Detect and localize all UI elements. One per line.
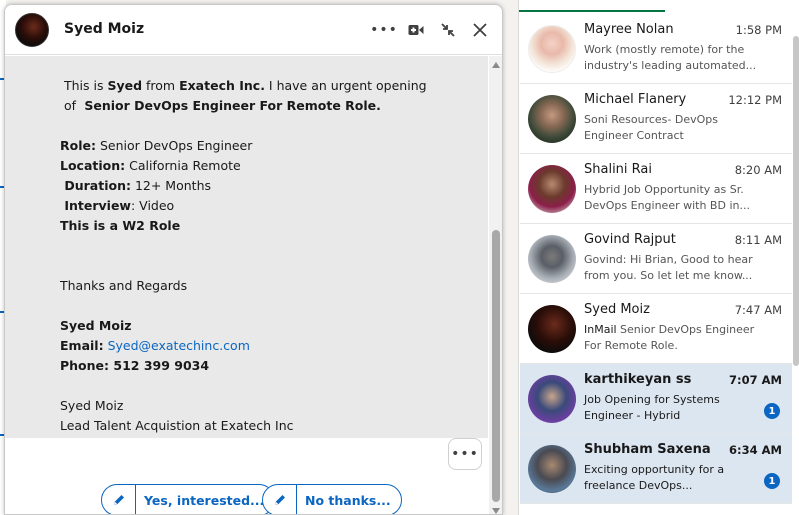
conversation-item[interactable]: karthikeyan ss 7:07 AM Job Opening for S… — [520, 364, 792, 434]
conversation-name: Govind Rajput — [584, 232, 676, 247]
conversation-snippet: Exciting opportunity for a freelance Dev… — [584, 463, 725, 492]
minimize-button[interactable] — [435, 17, 461, 43]
role-line: Role: Senior DevOps Engineer — [60, 138, 253, 153]
email-line: Email: Syed@exatechinc.com — [60, 338, 250, 353]
inmail-tag: InMail — [584, 323, 617, 336]
message-line: This is Syed from Exatech Inc. I have an… — [60, 78, 427, 93]
conversation-name: karthikeyan ss — [584, 372, 692, 387]
yes-interested-button[interactable]: Yes, interested... — [101, 484, 276, 514]
w2-line: This is a W2 Role — [60, 218, 181, 233]
conversation-item[interactable]: Govind Rajput 8:11 AM Govind: Hi Brian, … — [520, 224, 792, 294]
conversation-time: 7:47 AM — [734, 303, 782, 317]
scroll-down-arrow-icon[interactable] — [492, 508, 500, 514]
scroll-up-arrow-icon[interactable] — [492, 62, 500, 68]
conversation-snippet: Hybrid Job Opportunity as Sr. DevOps Eng… — [584, 183, 750, 212]
conversation-name: Shalini Rai — [584, 162, 652, 177]
video-call-icon — [408, 25, 424, 35]
message-thread: This is Syed from Exatech Inc. I have an… — [5, 56, 488, 438]
video-call-button[interactable] — [403, 17, 429, 43]
duration-line: Duration: 12+ Months — [60, 178, 212, 193]
signature-name-2: Syed Moiz — [60, 398, 124, 413]
avatar[interactable] — [15, 13, 49, 47]
minimize-icon — [441, 23, 455, 37]
no-thanks-label: No thanks... — [305, 492, 391, 508]
more-horizontal-icon: ••• — [451, 446, 479, 462]
close-button[interactable] — [467, 17, 493, 43]
conversation-item[interactable]: Mayree Nolan 1:58 PM Work (mostly remote… — [520, 14, 792, 84]
avatar — [528, 445, 576, 493]
more-horizontal-icon: ••• — [370, 22, 398, 38]
conversation-name: Shubham Saxena — [584, 442, 711, 457]
avatar — [528, 165, 576, 213]
conversation-snippet: Govind: Hi Brian, Good to hear from you.… — [584, 253, 753, 282]
pencil-icon — [263, 485, 297, 514]
avatar — [528, 95, 576, 143]
phone-line: Phone: 512 399 9034 — [60, 358, 210, 373]
conversation-snippet: Soni Resources- DevOps Engineer Contract — [584, 113, 718, 142]
conversation-item[interactable]: Syed Moiz 7:47 AM InMail Senior DevOps E… — [520, 294, 792, 364]
avatar — [528, 25, 576, 73]
chat-window: Syed Moiz ••• This is Syed from Exatech … — [4, 4, 503, 515]
close-icon — [473, 23, 487, 37]
thanks-line: Thanks and Regards — [60, 278, 188, 293]
unread-count-badge: 1 — [764, 473, 780, 489]
conversation-time: 7:07 AM — [729, 373, 782, 387]
chat-header: Syed Moiz ••• — [5, 5, 502, 55]
message-body: This is Syed from Exatech Inc. I have an… — [60, 76, 480, 436]
scrollbar-thumb[interactable] — [492, 230, 500, 502]
contact-name[interactable]: Syed Moiz — [64, 21, 144, 37]
conversation-snippet: Job Opening for Systems Engineer - Hybri… — [584, 393, 720, 422]
conversation-time: 8:20 AM — [734, 163, 782, 177]
active-tab-indicator — [519, 10, 665, 12]
conversation-item[interactable]: Michael Flanery 12:12 PM Soni Resources-… — [520, 84, 792, 154]
yes-interested-label: Yes, interested... — [144, 492, 265, 508]
signature-title: Lead Talent Acquistion at Exatech Inc — [60, 418, 294, 433]
message-scrollbar[interactable] — [489, 56, 502, 514]
signature-name: Syed Moiz — [60, 318, 132, 333]
conversation-time: 8:11 AM — [734, 233, 782, 247]
conversation-item[interactable]: Shalini Rai 8:20 AM Hybrid Job Opportuni… — [520, 154, 792, 224]
conversation-snippet: Work (mostly remote) for the industry's … — [584, 43, 757, 72]
email-link[interactable]: Syed@exatechinc.com — [108, 338, 250, 353]
conversation-item[interactable]: Shubham Saxena 6:34 AM Exciting opportun… — [520, 434, 792, 504]
avatar — [528, 235, 576, 283]
avatar — [528, 375, 576, 423]
interview-line: Interview: Video — [60, 198, 175, 213]
conversation-snippet: InMail Senior DevOps Engineer For Remote… — [584, 323, 755, 352]
pencil-icon — [102, 485, 136, 514]
conversation-list: Mayree Nolan 1:58 PM Work (mostly remote… — [518, 0, 799, 515]
message-line: of Senior DevOps Engineer For Remote Rol… — [60, 98, 381, 113]
avatar — [528, 305, 576, 353]
conversation-name: Syed Moiz — [584, 302, 650, 317]
location-line: Location: California Remote — [60, 158, 241, 173]
conversation-time: 12:12 PM — [728, 93, 782, 107]
conversation-time: 6:34 AM — [729, 443, 782, 457]
unread-count-badge: 1 — [764, 403, 780, 419]
conversation-name: Michael Flanery — [584, 92, 687, 107]
conversation-time: 1:58 PM — [735, 23, 782, 37]
conversation-list-scrollbar[interactable] — [793, 36, 799, 366]
more-actions-button[interactable]: ••• — [448, 438, 482, 470]
more-options-button[interactable]: ••• — [370, 17, 398, 43]
no-thanks-button[interactable]: No thanks... — [262, 484, 402, 514]
conversation-name: Mayree Nolan — [584, 22, 674, 37]
